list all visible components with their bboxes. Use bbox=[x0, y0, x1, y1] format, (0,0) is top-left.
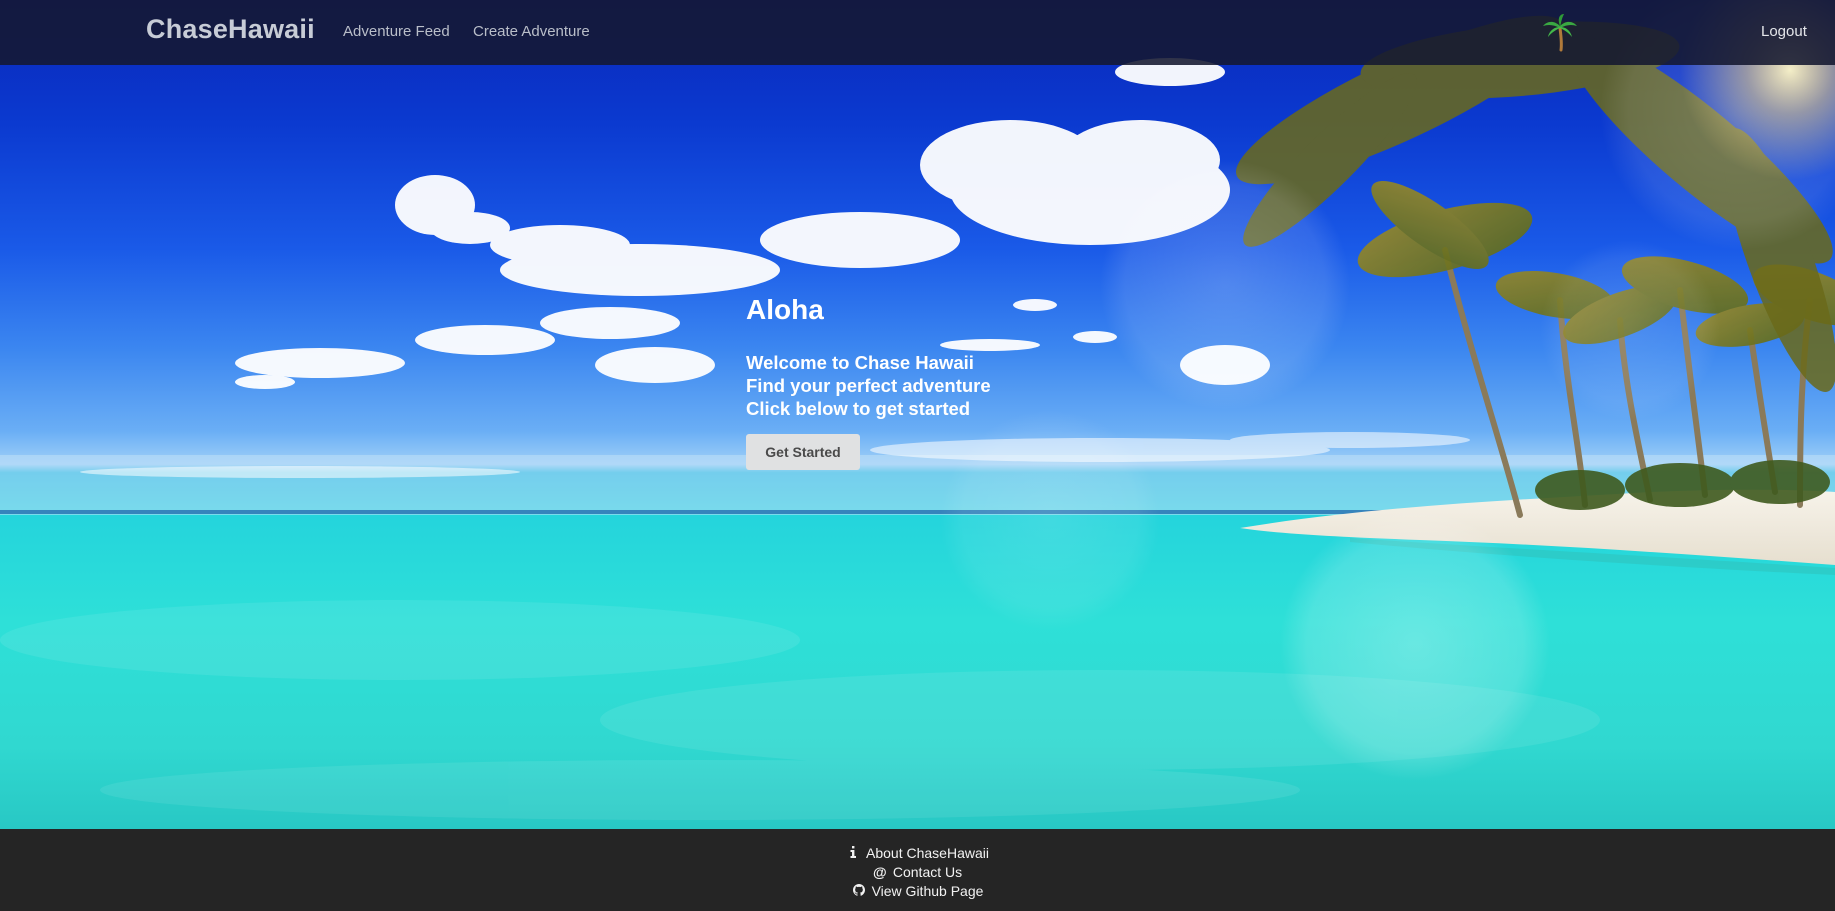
palm-tree-icon bbox=[1543, 14, 1577, 52]
hero-content: Aloha Welcome to Chase Hawaii Find your … bbox=[746, 293, 991, 470]
footer: About ChaseHawaii @ Contact Us View Githu… bbox=[0, 829, 1835, 911]
footer-contact-label: Contact Us bbox=[892, 864, 963, 880]
top-navbar: ChaseHawaii Adventure Feed Create Advent… bbox=[0, 0, 1835, 65]
nav-adventure-feed[interactable]: Adventure Feed bbox=[343, 23, 450, 40]
hero-title: Aloha bbox=[746, 294, 824, 325]
at-icon: @ bbox=[873, 864, 887, 880]
footer-about-label: About ChaseHawaii bbox=[866, 845, 989, 861]
footer-contact-link[interactable]: @ Contact Us bbox=[0, 863, 1835, 881]
brand-logo-text[interactable]: ChaseHawaii bbox=[146, 14, 315, 45]
hero-find-line: Find your perfect adventure bbox=[746, 375, 991, 396]
logout-link[interactable]: Logout bbox=[1761, 23, 1807, 40]
footer-github-link[interactable]: View Github Page bbox=[0, 882, 1835, 900]
hero-click-line: Click below to get started bbox=[746, 398, 971, 419]
footer-github-label: View Github Page bbox=[871, 883, 984, 899]
nav-create-adventure[interactable]: Create Adventure bbox=[473, 23, 590, 40]
get-started-button[interactable]: Get Started bbox=[746, 434, 860, 470]
landing-page: ChaseHawaii Adventure Feed Create Advent… bbox=[0, 0, 1835, 911]
github-icon bbox=[852, 882, 866, 900]
hero-welcome-line: Welcome to Chase Hawaii bbox=[746, 352, 974, 373]
info-icon bbox=[846, 844, 860, 862]
footer-about-link[interactable]: About ChaseHawaii bbox=[0, 844, 1835, 862]
